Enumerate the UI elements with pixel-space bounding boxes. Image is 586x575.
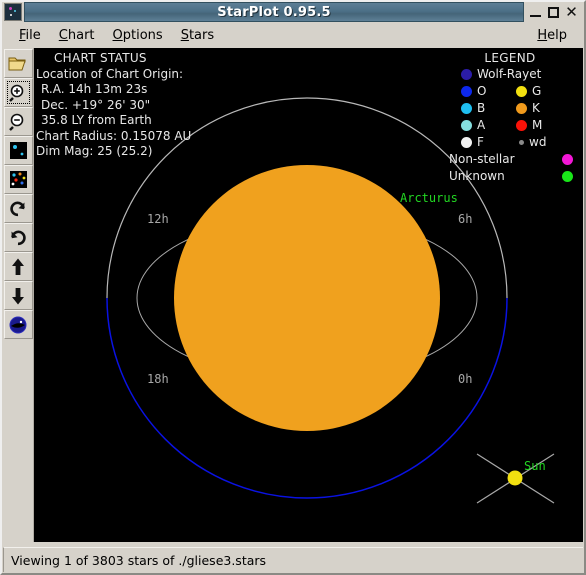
- menu-item-file[interactable]: File: [10, 26, 50, 45]
- arrow-down-icon: [12, 287, 24, 304]
- menu-item-stars[interactable]: Stars: [172, 26, 223, 45]
- legend-row-a-m: A M: [449, 117, 579, 134]
- legend-label-m: M: [532, 118, 543, 132]
- legend-dot-wolf-rayet: [461, 69, 472, 80]
- legend-dot-non-stellar: [562, 154, 573, 165]
- star-disk-sun[interactable]: [507, 470, 523, 486]
- legend-label-a: A: [477, 118, 486, 132]
- close-button[interactable]: ✕: [565, 4, 578, 19]
- zoom-out-button[interactable]: [3, 107, 33, 136]
- legend-dot-o: [461, 86, 472, 97]
- legend-dot-wd: [519, 140, 524, 145]
- legend-dot-a: [461, 120, 472, 131]
- menu-item-chart[interactable]: Chart: [50, 26, 104, 45]
- legend-label-o: O: [477, 84, 487, 98]
- menu-item-options-rest: ptions: [122, 27, 163, 43]
- menu-item-help[interactable]: Help: [528, 26, 576, 45]
- status-bar: Viewing 1 of 3803 stars of ./gliese3.sta…: [3, 547, 583, 572]
- legend-dot-m: [516, 120, 527, 131]
- legend-label-f: F: [477, 135, 484, 149]
- legend-label-g: G: [532, 84, 542, 98]
- folder-open-icon: [8, 57, 26, 70]
- title-bar: StarPlot 0.95.5 ✕: [2, 2, 584, 22]
- legend-label-wolf-rayet: Wolf-Rayet: [477, 67, 542, 81]
- minimize-button[interactable]: [529, 6, 542, 19]
- legend-dot-f: [461, 137, 472, 148]
- magnifier-minus-icon: [9, 113, 24, 131]
- legend-label-b: B: [477, 101, 486, 115]
- window-title: StarPlot 0.95.5: [217, 4, 331, 20]
- legend-dot-g: [516, 86, 527, 97]
- menu-bar: File Chart Options Stars Help: [2, 23, 584, 47]
- planet-icon: [9, 316, 27, 333]
- zoom-in-button[interactable]: [3, 78, 33, 107]
- ra-label-18h: 18h: [147, 372, 169, 386]
- star-label-sun[interactable]: Sun: [524, 459, 546, 473]
- title-bar-gradient[interactable]: StarPlot 0.95.5: [24, 2, 524, 22]
- legend-dot-b: [461, 103, 472, 114]
- more-stars-button[interactable]: [3, 165, 33, 194]
- rotate-right-button[interactable]: [3, 194, 33, 223]
- window-buttons: ✕: [526, 4, 584, 19]
- magnifier-plus-icon: [9, 84, 24, 102]
- toolbar: [3, 48, 34, 542]
- menu-item-chart-rest: hart: [67, 27, 95, 43]
- rotate-ccw-icon: [11, 230, 26, 245]
- menu-item-options[interactable]: Options: [104, 26, 172, 45]
- ra-label-0h: 0h: [458, 372, 472, 386]
- rotate-left-button[interactable]: [3, 223, 33, 252]
- move-up-button[interactable]: [3, 252, 33, 281]
- legend-row-non-stellar: Non-stellar: [449, 151, 579, 168]
- recenter-button[interactable]: [3, 310, 33, 339]
- status-bar-text: Viewing 1 of 3803 stars of ./gliese3.sta…: [11, 552, 267, 568]
- menu-item-file-rest: ile: [25, 27, 41, 43]
- legend-dot-unknown: [562, 171, 573, 182]
- legend-label-non-stellar: Non-stellar: [449, 152, 515, 166]
- arrow-up-icon: [12, 258, 24, 275]
- ra-label-6h: 6h: [458, 212, 472, 226]
- rotate-cw-icon: [10, 201, 25, 216]
- ra-label-12h: 12h: [147, 212, 169, 226]
- legend-label-unknown: Unknown: [449, 169, 505, 183]
- star-chart-canvas[interactable]: 12h 6h 18h 0h Arcturus Sun CHART STATUS …: [34, 48, 583, 542]
- legend-row-unknown: Unknown: [449, 168, 579, 185]
- menu-item-help-rest: elp: [547, 27, 567, 43]
- fewer-stars-button[interactable]: [3, 136, 33, 165]
- maximize-button[interactable]: [547, 6, 560, 19]
- legend-dot-k: [516, 103, 527, 114]
- open-file-button[interactable]: [3, 49, 33, 78]
- move-down-button[interactable]: [3, 281, 33, 310]
- legend-row-f-wd: F wd: [449, 134, 579, 151]
- star-label-arcturus[interactable]: Arcturus: [400, 191, 458, 205]
- sparse-starfield-icon: [9, 142, 27, 159]
- legend-label-k: K: [532, 101, 540, 115]
- starfield-icon: [4, 3, 22, 21]
- dense-starfield-icon: [9, 171, 27, 188]
- legend-row-b-k: B K: [449, 100, 579, 117]
- legend-panel: LEGEND Wolf-Rayet O G B K A M F wd Non-s…: [449, 51, 579, 185]
- starplot-window: StarPlot 0.95.5 ✕ File Chart Options Sta…: [0, 0, 586, 575]
- legend-row-wolf-rayet: Wolf-Rayet: [449, 66, 579, 83]
- legend-label-wd: wd: [529, 135, 547, 149]
- legend-row-o-g: O G: [449, 83, 579, 100]
- menu-item-stars-rest: tars: [188, 27, 215, 43]
- legend-title: LEGEND: [484, 51, 536, 65]
